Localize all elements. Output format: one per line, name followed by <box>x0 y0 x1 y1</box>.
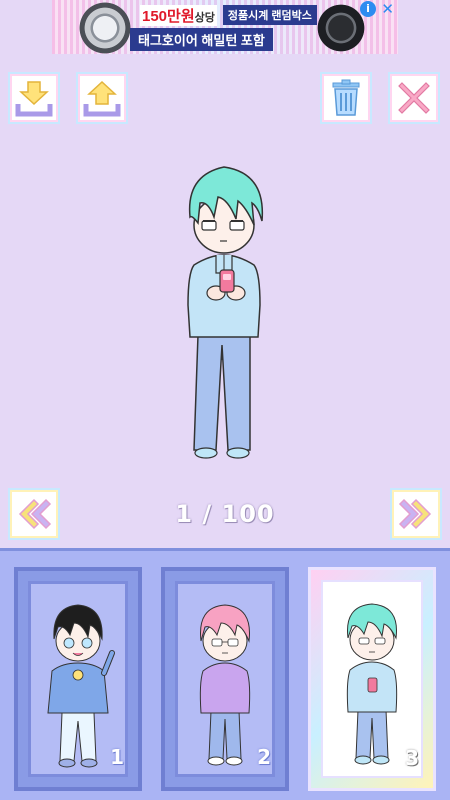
character-slot[interactable]: 1 <box>14 567 142 791</box>
chevron-right-double-icon <box>398 498 432 530</box>
character-slot[interactable]: 2 <box>161 567 289 791</box>
trash-button[interactable] <box>320 72 372 124</box>
slot-number: 1 <box>110 745 124 769</box>
ad-subline: 태그호이어 해밀턴 포함 <box>130 28 273 51</box>
slot-character-thumbnail <box>47 604 115 768</box>
close-button[interactable] <box>388 72 440 124</box>
character-preview <box>187 166 264 459</box>
watch-image <box>72 2 138 54</box>
page-counter: 1 / 100 <box>175 500 275 528</box>
slot-character-thumbnail <box>199 604 251 766</box>
upload-icon <box>83 80 121 117</box>
character-slots-panel: 1 2 3 <box>0 548 450 800</box>
trash-icon <box>332 79 360 116</box>
next-button[interactable] <box>390 488 442 540</box>
character-slot-selected[interactable]: 3 <box>308 567 436 791</box>
chevron-left-double-icon <box>18 498 52 530</box>
download-icon <box>15 81 53 117</box>
ad-headline: 150만원상당 정품시계 랜덤박스 <box>140 4 317 26</box>
upload-button[interactable] <box>76 72 128 124</box>
ad-price: 150만원상당 <box>140 4 217 26</box>
ad-info-icon[interactable]: i <box>360 1 376 17</box>
ad-box-text: 정품시계 랜덤박스 <box>222 5 317 25</box>
ad-close-icon[interactable]: ✕ <box>381 0 394 18</box>
slot-number: 2 <box>257 745 271 769</box>
previous-button[interactable] <box>8 488 60 540</box>
close-icon <box>398 82 430 114</box>
slot-number: 3 <box>405 746 419 770</box>
slot-character-thumbnail <box>346 603 398 765</box>
download-button[interactable] <box>8 72 60 124</box>
ad-banner[interactable]: 150만원상당 정품시계 랜덤박스 태그호이어 해밀턴 포함 i ✕ <box>52 0 398 54</box>
